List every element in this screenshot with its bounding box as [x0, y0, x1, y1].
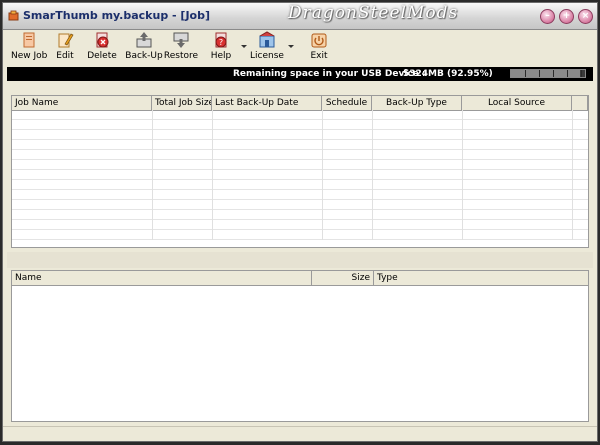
column-gridline: [462, 110, 463, 240]
table-row[interactable]: [12, 220, 588, 230]
table-row[interactable]: [12, 180, 588, 190]
new-job-label: New Job: [11, 51, 48, 61]
col-header-type[interactable]: Type: [374, 271, 588, 285]
table-row[interactable]: [12, 190, 588, 200]
new-job-button[interactable]: New Job: [11, 31, 47, 65]
column-gridline: [372, 110, 373, 240]
col-header-last-backup-date[interactable]: Last Back-Up Date: [212, 96, 322, 110]
usb-space-status: Remaining space in your USB Device : 532…: [7, 67, 593, 81]
jobs-table-header: Job Name Total Job Size Last Back-Up Dat…: [12, 96, 588, 111]
exit-button[interactable]: Exit: [306, 31, 332, 65]
column-gridline: [212, 110, 213, 240]
watermark-text: DragonSteelMods: [288, 3, 459, 23]
remaining-space-value: 5324MB (92.95%): [403, 69, 493, 79]
table-row[interactable]: [12, 140, 588, 150]
close-icon: ×: [581, 11, 590, 21]
table-row[interactable]: [12, 170, 588, 180]
maximize-button[interactable]: +: [559, 9, 574, 24]
column-gridline: [322, 110, 323, 240]
col-header-name[interactable]: Name: [12, 271, 312, 285]
table-row[interactable]: [12, 150, 588, 160]
col-header-local-source[interactable]: Local Source: [462, 96, 572, 110]
help-label: Help: [210, 51, 232, 61]
backup-label: Back-Up: [125, 51, 163, 61]
title-bar[interactable]: SmarThumb my.backup - [Job] DragonSteelM…: [3, 3, 597, 30]
backup-icon: [136, 32, 152, 48]
svg-text:?: ?: [219, 38, 223, 47]
maximize-icon: +: [562, 11, 571, 21]
new-job-icon: [23, 32, 35, 48]
minimize-button[interactable]: –: [540, 9, 555, 24]
help-dropdown-arrow-icon[interactable]: [241, 45, 247, 48]
meter-segment: [581, 70, 582, 77]
close-button[interactable]: ×: [578, 9, 593, 24]
minimize-icon: –: [545, 11, 550, 21]
col-header-backup-type[interactable]: Back-Up Type: [372, 96, 462, 110]
license-button[interactable]: License: [250, 31, 284, 65]
restore-button[interactable]: Restore: [163, 31, 199, 65]
remaining-space-label: Remaining space in your USB Device :: [233, 69, 426, 79]
table-row[interactable]: [12, 200, 588, 210]
column-gridline: [152, 110, 153, 240]
meter-segment: [553, 70, 554, 77]
jobs-table[interactable]: Job Name Total Job Size Last Back-Up Dat…: [11, 95, 589, 248]
app-logo-icon: [8, 10, 19, 21]
table-row[interactable]: [12, 160, 588, 170]
table-row[interactable]: [12, 120, 588, 130]
col-header-size[interactable]: Size: [312, 271, 374, 285]
meter-segment: [525, 70, 526, 77]
table-row[interactable]: [12, 210, 588, 220]
meter-segment: [567, 70, 568, 77]
help-icon: ?: [215, 32, 227, 48]
app-window: SmarThumb my.backup - [Job] DragonSteelM…: [2, 2, 598, 442]
col-header-job-name[interactable]: Job Name: [12, 96, 152, 110]
status-strip: [3, 426, 597, 441]
license-label: License: [250, 51, 284, 61]
pencil-icon: [58, 33, 74, 48]
help-button[interactable]: ? Help: [208, 31, 234, 65]
edit-button[interactable]: Edit: [53, 31, 77, 65]
col-header-total-job-size[interactable]: Total Job Size: [152, 96, 212, 110]
license-icon: [259, 31, 275, 48]
delete-label: Delete: [87, 51, 117, 61]
col-header-spacer: [572, 96, 588, 110]
restore-label: Restore: [163, 51, 199, 61]
usb-usage-meter: [510, 69, 586, 78]
exit-label: Exit: [310, 51, 328, 61]
toolbar: New Job Edit Delete Back-Up Restore ? He…: [3, 30, 597, 66]
table-row[interactable]: [12, 130, 588, 140]
usb-usage-meter-fill: [511, 70, 580, 77]
delete-button[interactable]: Delete: [86, 31, 118, 65]
pane-splitter[interactable]: [7, 252, 593, 268]
column-gridline: [572, 110, 573, 240]
table-row[interactable]: [12, 110, 588, 120]
files-table-header: Name Size Type: [12, 271, 588, 286]
window-title: SmarThumb my.backup - [Job]: [23, 9, 211, 22]
table-row[interactable]: [12, 230, 588, 240]
license-dropdown-arrow-icon[interactable]: [288, 45, 294, 48]
meter-segment: [539, 70, 540, 77]
exit-icon: [311, 33, 327, 48]
restore-icon: [173, 32, 189, 48]
files-table[interactable]: Name Size Type: [11, 270, 589, 422]
delete-icon: [96, 32, 109, 48]
edit-label: Edit: [56, 51, 74, 61]
backup-button[interactable]: Back-Up: [125, 31, 163, 65]
col-header-schedule[interactable]: Schedule: [322, 96, 372, 110]
